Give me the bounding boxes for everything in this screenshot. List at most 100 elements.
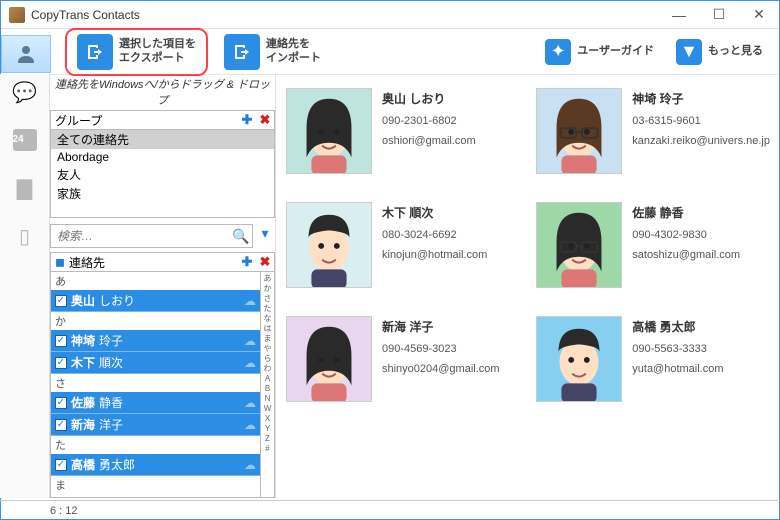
add-group-button[interactable]: ✚ [238,111,256,129]
contact-checkbox[interactable]: ✓ [55,357,67,369]
cloud-icon: ☁ [244,498,256,499]
kana-char[interactable]: W [261,404,274,414]
kana-char[interactable]: N [261,394,274,404]
contact-card[interactable]: 木下 順次 080-3024-6692 kinojun@hotmail.com [286,202,516,288]
group-header: グループ ✚ ✖ [50,110,275,130]
contact-card[interactable]: 奥山 しおり 090-2301-6802 oshiori@gmail.com [286,88,516,174]
contact-section-header: ま [51,476,260,494]
contact-email: satoshizu@gmail.com [632,249,740,261]
contact-row[interactable]: ✓奥山 しおり☁ [51,290,260,312]
kana-index[interactable]: あかさたなはまやらわABNWXYZ# [261,272,275,498]
import-label: 連絡先を インポート [266,38,321,64]
nav-messages-icon[interactable]: 💬 [13,80,37,104]
chevron-down-icon: ▼ [676,39,702,65]
contact-row[interactable]: 宮川 太郎☁ [51,494,260,498]
delete-contact-button[interactable]: ✖ [256,253,274,271]
maximize-button[interactable]: ☐ [699,1,739,29]
drop-hint: 連絡先をWindowsへ/からドラッグ & ドロップ [50,74,275,110]
contact-email: kinojun@hotmail.com [382,249,487,261]
nav-notes-icon[interactable]: ▇ [13,176,37,200]
contact-card[interactable]: 高橋 勇太郎 090-5563-3333 yuta@hotmail.com [536,316,770,402]
app-logo [9,7,25,23]
search-input[interactable] [51,229,230,243]
kana-char[interactable]: あ [261,274,274,284]
middle-pane: 連絡先をWindowsへ/からドラッグ & ドロップ グループ ✚ ✖ 全ての連… [50,74,276,498]
kana-char[interactable]: Y [261,424,274,434]
kana-char[interactable]: ら [261,354,274,364]
search-row: 🔍 [50,224,253,248]
export-highlight: 選択した項目を エクスポート [65,28,208,76]
contact-checkbox[interactable]: ✓ [55,419,67,431]
contact-name: 佐藤 静香 [632,204,740,221]
kana-char[interactable]: や [261,344,274,354]
cloud-icon: ☁ [244,294,256,308]
main-pane: 奥山 しおり 090-2301-6802 oshiori@gmail.com 神… [276,74,780,498]
kana-char[interactable]: か [261,284,274,294]
avatar [536,316,622,402]
contact-section-header: さ [51,374,260,392]
kana-char[interactable]: # [261,444,274,454]
contact-row[interactable]: ✓新海 洋子☁ [51,414,260,436]
cloud-icon: ☁ [244,418,256,432]
kana-char[interactable]: は [261,324,274,334]
kana-char[interactable]: さ [261,294,274,304]
more-button[interactable]: ▼ もっと見る [670,37,769,67]
contact-name: 高橋 勇太郎 [632,318,723,335]
contact-section-header: あ [51,272,260,290]
contact-card[interactable]: 佐藤 静香 090-4302-9830 satoshizu@gmail.com [536,202,770,288]
contact-row[interactable]: ✓高橋 勇太郎☁ [51,454,260,476]
filter-button[interactable]: ▾ [255,225,275,242]
cloud-icon: ☁ [244,396,256,410]
kana-char[interactable]: た [261,304,274,314]
window-title: CopyTrans Contacts [31,8,659,22]
contact-checkbox[interactable]: ✓ [55,295,67,307]
avatar [286,88,372,174]
avatar [286,316,372,402]
import-icon [224,34,260,70]
contact-list[interactable]: あ✓奥山 しおり☁か✓神埼 玲子☁✓木下 順次☁さ✓佐藤 静香☁✓新海 洋子☁た… [50,272,261,498]
contact-phone: 090-4569-3023 [382,343,500,355]
contacts-tab[interactable] [1,35,51,73]
user-guide-button[interactable]: ✦ ユーザーガイド [539,37,660,67]
kana-char[interactable]: Z [261,434,274,444]
contact-phone: 090-5563-3333 [632,343,723,355]
export-icon [77,34,113,70]
cloud-icon: ☁ [244,356,256,370]
kana-char[interactable]: X [261,414,274,424]
left-nav: 💬 24 ▇ ▯ [0,74,50,498]
contact-phone: 03-6315-9601 [632,115,770,127]
import-button[interactable]: 連絡先を インポート [218,32,327,72]
contact-checkbox[interactable]: ✓ [55,397,67,409]
kana-char[interactable]: な [261,314,274,324]
kana-char[interactable]: ま [261,334,274,344]
group-item[interactable]: 家族 [51,184,274,203]
nav-calendar-icon[interactable]: 24 [13,128,37,152]
select-all-checkbox[interactable]: ◼ [51,255,69,269]
delete-group-button[interactable]: ✖ [256,111,274,129]
close-button[interactable]: ✕ [739,1,779,29]
add-contact-button[interactable]: ✚ [238,253,256,271]
contacts-header-label: 連絡先 [69,254,238,271]
kana-char[interactable]: わ [261,364,274,374]
contacts-header: ◼ 連絡先 ✚ ✖ [50,252,275,272]
export-label: 選択した項目を エクスポート [119,38,196,64]
contact-checkbox[interactable]: ✓ [55,335,67,347]
kana-char[interactable]: A [261,374,274,384]
avatar [536,202,622,288]
contact-card[interactable]: 新海 洋子 090-4569-3023 shinyo0204@gmail.com [286,316,516,402]
nav-device-icon[interactable]: ▯ [13,224,37,248]
group-item[interactable]: 友人 [51,165,274,184]
contact-checkbox[interactable]: ✓ [55,459,67,471]
group-item[interactable]: Abordage [51,149,274,165]
kana-char[interactable]: B [261,384,274,394]
group-item[interactable]: 全ての連絡先 [51,130,274,149]
contact-card[interactable]: 神埼 玲子 03-6315-9601 kanzaki.reiko@univers… [536,88,770,174]
contact-row[interactable]: ✓神埼 玲子☁ [51,330,260,352]
export-button[interactable]: 選択した項目を エクスポート [71,32,202,72]
search-icon[interactable]: 🔍 [230,228,252,245]
minimize-button[interactable]: — [659,1,699,29]
contact-name: 木下 順次 [382,204,487,221]
contact-row[interactable]: ✓佐藤 静香☁ [51,392,260,414]
contact-row[interactable]: ✓木下 順次☁ [51,352,260,374]
group-list[interactable]: 全ての連絡先Abordage友人家族 [50,130,275,218]
